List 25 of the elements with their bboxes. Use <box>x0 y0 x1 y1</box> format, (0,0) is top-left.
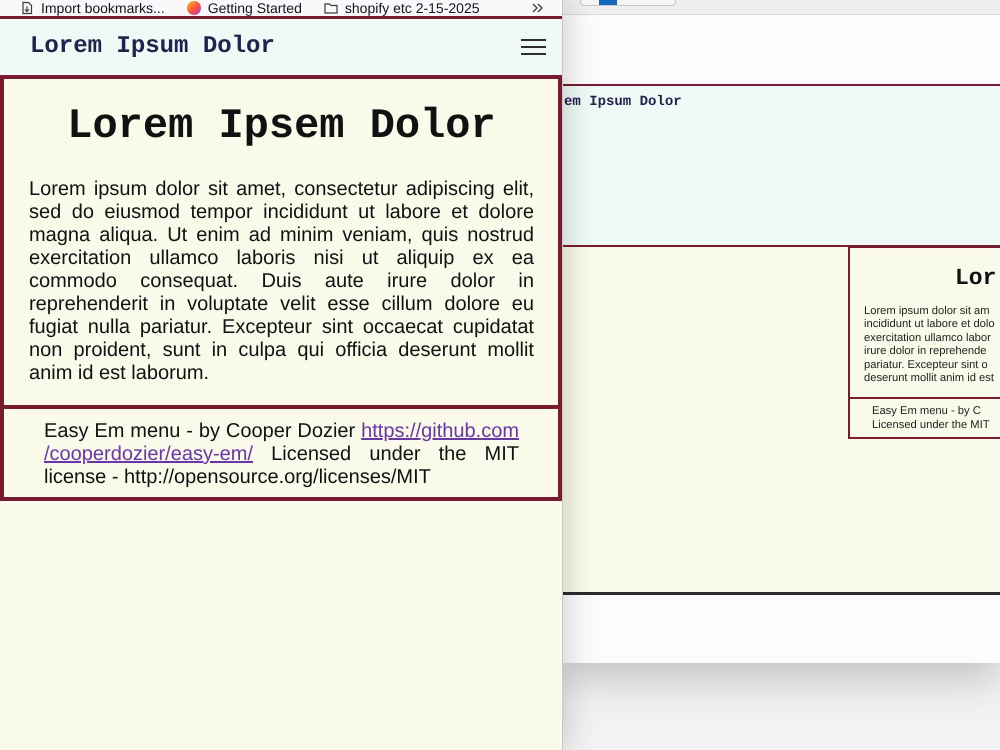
article-heading: Lorem Ipsem Dolor <box>66 101 497 151</box>
bookmark-item[interactable]: Import bookmarks... <box>20 0 165 16</box>
document-icon <box>20 1 34 15</box>
circle-logo-icon <box>186 1 201 15</box>
paragraph-line: deserunt mollit anim id est <box>864 372 995 386</box>
article-heading: Lor <box>954 264 998 292</box>
paragraph-line: pariatur. Excepteur sint o <box>864 358 989 372</box>
paragraph-line: Lorem ipsum dolor sit am <box>864 305 991 318</box>
credits-line: Licensed under the MIT <box>872 418 991 432</box>
article-paragraph: Lorem ipsum dolor sit amet, consectetur adipiscing elit, sed do eiusmod tempor incididunt ut labore et dolore magna aliqua. Ut enim ad minim veniam, quis nostrud exercitation ullamco laboris nisi ut aliquip ex ea commodo consequat. Duis aute irure dolor in reprehenderit in voluptate velit esse cillum dolore eu fugiat nulla pariatur. Excepteur sint occaecat cupidatat non proident, sunt in culpa qui officia deserunt mollit anim id est laborum. <box>29 178 534 385</box>
github-link[interactable]: https://github.com <box>361 420 519 442</box>
menu-icon[interactable] <box>521 39 546 55</box>
credits-line: Easy Em menu - by C <box>872 404 982 418</box>
paragraph-line: incididunt ut labore et dolo <box>864 318 996 332</box>
site-title: Lorem Ipsum Dolor <box>30 33 275 61</box>
site-title: em Ipsum Dolor <box>564 94 683 110</box>
folder-icon <box>324 1 338 15</box>
paragraph-line: irure dolor in reprehende <box>864 345 988 359</box>
bookmark-item[interactable]: shopify etc 2-15-2025 <box>324 0 480 16</box>
paragraph-line: exercitation ullamco labor <box>864 332 992 346</box>
toolbar-toggle[interactable] <box>580 0 676 6</box>
credits-text: Easy Em menu - by Cooper Dozier https://github.com /cooperdozier/easy-em/ Licensed under the MIT license - http://opensource.org/licenses/MIT <box>44 420 519 489</box>
github-link[interactable]: /cooperdozier/easy-em/ <box>44 443 253 465</box>
bookmark-item[interactable]: Getting Started <box>186 0 302 16</box>
double-chevron-icon[interactable] <box>531 3 545 13</box>
